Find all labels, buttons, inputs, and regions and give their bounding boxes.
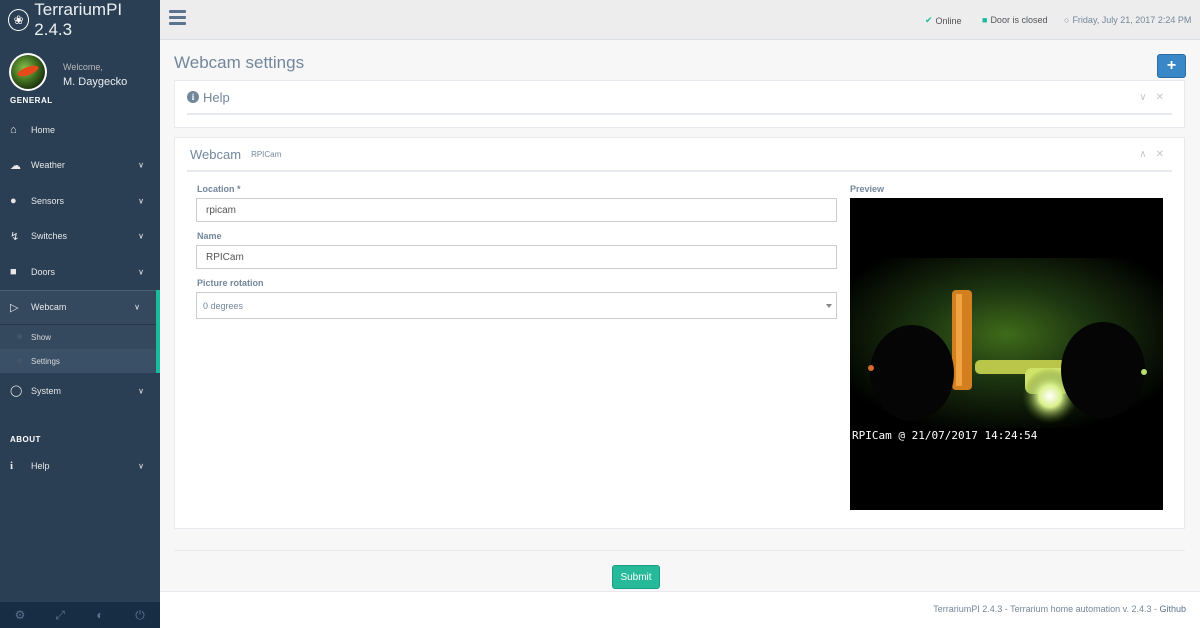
video-camera-icon: ▷	[10, 301, 19, 314]
info-icon: i	[10, 460, 14, 473]
paw-icon: ❀	[8, 9, 30, 31]
chevron-up-icon: ∨	[134, 302, 140, 312]
username: M. Daygecko	[63, 76, 128, 88]
github-link[interactable]: Github	[1159, 604, 1186, 614]
datetime: ○ Friday, July 21, 2017 2:24 PM	[1064, 15, 1192, 25]
bolt-icon: ↯	[10, 230, 20, 243]
chevron-up-icon[interactable]: ∧	[1139, 149, 1146, 160]
chevron-down-icon: ∨	[138, 461, 144, 471]
fullscreen-icon[interactable]: ⤢	[40, 602, 80, 628]
preview-caption: RPICam @ 21/07/2017 14:24:54	[852, 429, 1038, 442]
webcam-submenu: Show Settings	[0, 325, 160, 373]
name-input[interactable]: RPICam	[196, 245, 837, 269]
menu-section-about: ABOUT	[10, 434, 41, 444]
menu-toggle-icon[interactable]	[169, 10, 186, 28]
chevron-down-icon: ∨	[138, 267, 144, 277]
sidebar: ❀ TerrariumPI 2.4.3 Welcome, M. Daygecko…	[0, 0, 160, 628]
close-icon[interactable]: ✕	[1156, 149, 1164, 160]
help-panel: i Help ∨ ✕	[174, 80, 1185, 128]
webcam-preview-image: RPICam @ 21/07/2017 14:24:54	[850, 198, 1163, 510]
cloud-icon: ☁	[10, 159, 21, 172]
sidebar-item-sensors[interactable]: ● Sensors ∨	[0, 183, 160, 219]
rotation-select[interactable]: 0 degrees	[196, 292, 837, 319]
sidebar-item-system[interactable]: ◯ System ∨	[0, 373, 160, 409]
sidebar-item-webcam[interactable]: ▷ Webcam ∨	[0, 289, 160, 325]
sidebar-item-switches[interactable]: ↯ Switches ∨	[0, 219, 160, 255]
info-circle-icon: i	[187, 91, 199, 103]
sidebar-subitem-settings[interactable]: Settings	[0, 349, 156, 373]
preview-scene	[850, 258, 1163, 428]
eye-slash-icon[interactable]: ◐	[80, 602, 120, 628]
chevron-down-icon[interactable]: ∨	[1139, 92, 1146, 103]
submit-button[interactable]: Submit	[612, 565, 660, 589]
panel-tools: ∧ ✕	[1139, 149, 1164, 160]
close-icon[interactable]: ✕	[1156, 92, 1164, 103]
name-label: Name	[197, 231, 222, 241]
sidebar-item-doors[interactable]: ■ Doors ∨	[0, 254, 160, 290]
preview-label: Preview	[850, 184, 885, 194]
welcome-text: Welcome,	[63, 62, 103, 72]
brand[interactable]: ❀ TerrariumPI 2.4.3	[0, 0, 160, 40]
chevron-down-icon: ∨	[138, 231, 144, 241]
lock-icon: ■	[10, 265, 17, 278]
location-input[interactable]: rpicam	[196, 198, 837, 222]
panel-tools: ∨ ✕	[1139, 92, 1164, 103]
sidebar-item-weather[interactable]: ☁ Weather ∨	[0, 148, 160, 184]
help-panel-header[interactable]: i Help ∨ ✕	[187, 81, 1172, 115]
lock-icon: ■	[982, 15, 988, 25]
power-icon[interactable]: ⏻	[120, 602, 160, 628]
sidebar-subitem-show[interactable]: Show	[0, 325, 156, 349]
lightbulb-icon: ◯	[10, 385, 23, 398]
door-status: ■ Door is closed	[982, 15, 1048, 25]
avatar	[9, 53, 47, 91]
sidebar-footer: ⚙ ⤢ ◐ ⏻	[0, 602, 160, 628]
footer: TerrariumPI 2.4.3 - Terrarium home autom…	[160, 591, 1200, 628]
home-icon: ⌂	[10, 123, 17, 136]
form-divider	[174, 550, 1185, 551]
settings-icon[interactable]: ⚙	[0, 602, 40, 628]
sidebar-item-home[interactable]: ⌂ Home	[0, 112, 160, 148]
clock-icon: ○	[1064, 15, 1070, 25]
add-button[interactable]: +	[1157, 54, 1186, 78]
footer-text: TerrariumPI 2.4.3 - Terrarium home autom…	[933, 604, 1186, 614]
online-status: ✔ Online	[925, 15, 962, 26]
rotation-label: Picture rotation	[197, 278, 264, 288]
chevron-down-icon: ∨	[138, 160, 144, 170]
chevron-down-icon: ∨	[138, 386, 144, 396]
profile: Welcome, M. Daygecko	[0, 40, 160, 106]
webcam-panel-header: Webcam RPICam ∧ ✕	[187, 138, 1172, 172]
caret-down-icon	[826, 304, 832, 308]
top-navbar: ✔ Online ■ Door is closed ○ Friday, July…	[160, 0, 1200, 40]
droplet-icon: ●	[10, 194, 17, 207]
location-label: Location *	[197, 184, 241, 194]
page-title: Webcam settings	[174, 53, 305, 72]
check-circle-icon: ✔	[925, 15, 933, 25]
chevron-down-icon: ∨	[138, 196, 144, 206]
app-title: TerrariumPI 2.4.3	[34, 0, 123, 39]
sidebar-item-help[interactable]: i Help ∨	[0, 449, 160, 485]
